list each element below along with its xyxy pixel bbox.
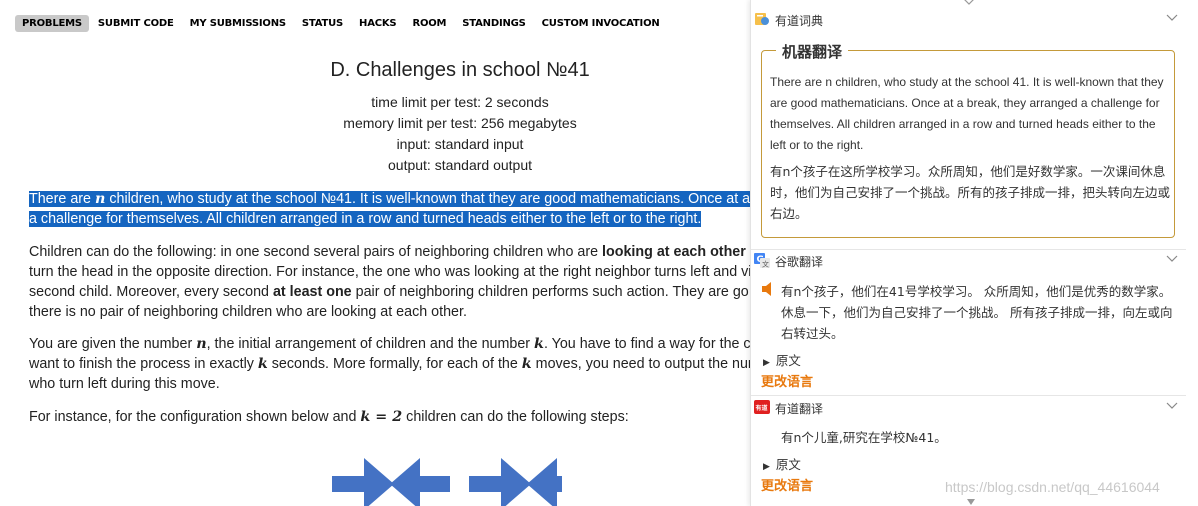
google-translate-header[interactable]: G 文 谷歌翻译 [751, 250, 1186, 270]
collapse-top-icon[interactable] [962, 0, 976, 6]
divider [751, 395, 1186, 396]
chevron-down-icon[interactable] [1165, 252, 1179, 266]
google-translate-label: 谷歌翻译 [775, 255, 824, 269]
chevron-down-icon[interactable] [1165, 399, 1179, 413]
paragraph-selected: There are n children, who study at the s… [29, 189, 849, 229]
youdao-translate-header[interactable]: 有道 有道翻译 [751, 397, 1186, 417]
selected-text: There are n children, who study at the s… [29, 191, 763, 207]
machine-translation-box: 机器翻译 There are n children, who study at … [761, 41, 1175, 238]
children-arrows-figure [332, 458, 562, 506]
nav-room[interactable]: ROOM [405, 15, 453, 32]
nav-standings[interactable]: STANDINGS [455, 15, 532, 32]
nav-status[interactable]: STATUS [295, 15, 350, 32]
speaker-icon[interactable] [761, 282, 773, 296]
right-arrow-1 [332, 458, 394, 506]
mt-translated-text: 有n个孩子在这所学校学习。众所周知，他们是好数学家。一次课间休息时，他们为自己安… [770, 164, 1171, 221]
google-change-language[interactable]: 更改语言 [761, 371, 813, 390]
nav-hacks[interactable]: HACKS [352, 15, 403, 32]
triangle-right-icon: ▶ [763, 358, 770, 368]
nav-submit-code[interactable]: SUBMIT CODE [91, 15, 181, 32]
google-translation-text: 有n个孩子，他们在41号学校学习。 众所周知，他们是优秀的数学家。 休息一下，他… [781, 284, 1173, 341]
svg-text:有道: 有道 [756, 404, 768, 412]
scroll-down-icon[interactable] [967, 499, 975, 506]
nav-problems[interactable]: PROBLEMS [15, 14, 89, 32]
paragraph-rules: Children can do the following: in one se… [29, 244, 752, 320]
window-edge [1186, 0, 1198, 506]
left-arrow-2 [527, 458, 562, 506]
youdao-dict-header[interactable]: 有道词典 [751, 9, 1186, 29]
triangle-right-icon: ▶ [763, 462, 770, 472]
youdao-translate-icon: 有道 [754, 400, 770, 414]
problem-nav: PROBLEMS SUBMIT CODE MY SUBMISSIONS STAT… [15, 13, 669, 33]
watermark: https://blog.csdn.net/qq_44616044 [945, 479, 1160, 495]
paragraph-task: You are given the number n, the initial … [29, 336, 760, 392]
chevron-down-icon[interactable] [1165, 11, 1179, 25]
youdao-translation-text: 有n个儿童,研究在学校№41。 [781, 430, 947, 445]
google-translate-icon: G 文 [754, 253, 770, 269]
svg-text:文: 文 [762, 260, 769, 269]
mt-source-text: There are n children, who study at the s… [770, 75, 1164, 152]
youdao-change-language[interactable]: 更改语言 [761, 475, 813, 494]
nav-custom-invocation[interactable]: CUSTOM INVOCATION [535, 15, 667, 32]
paragraph-example: For instance, for the configuration show… [29, 409, 629, 425]
google-original-toggle[interactable]: ▶ 原文 [763, 350, 801, 369]
selected-text-line2: a challenge for themselves. All children… [29, 211, 702, 227]
youdao-original-toggle[interactable]: ▶ 原文 [763, 454, 801, 473]
youdao-translate-label: 有道翻译 [775, 402, 824, 416]
right-arrow-2 [469, 458, 531, 506]
nav-my-submissions[interactable]: MY SUBMISSIONS [183, 15, 293, 32]
youdao-dict-label: 有道词典 [775, 14, 824, 28]
left-arrow-1 [390, 458, 450, 506]
machine-translation-title: 机器翻译 [776, 41, 849, 62]
translation-panel: 有道词典 机器翻译 There are n children, who stud… [750, 0, 1186, 506]
youdao-dict-icon [755, 13, 769, 25]
